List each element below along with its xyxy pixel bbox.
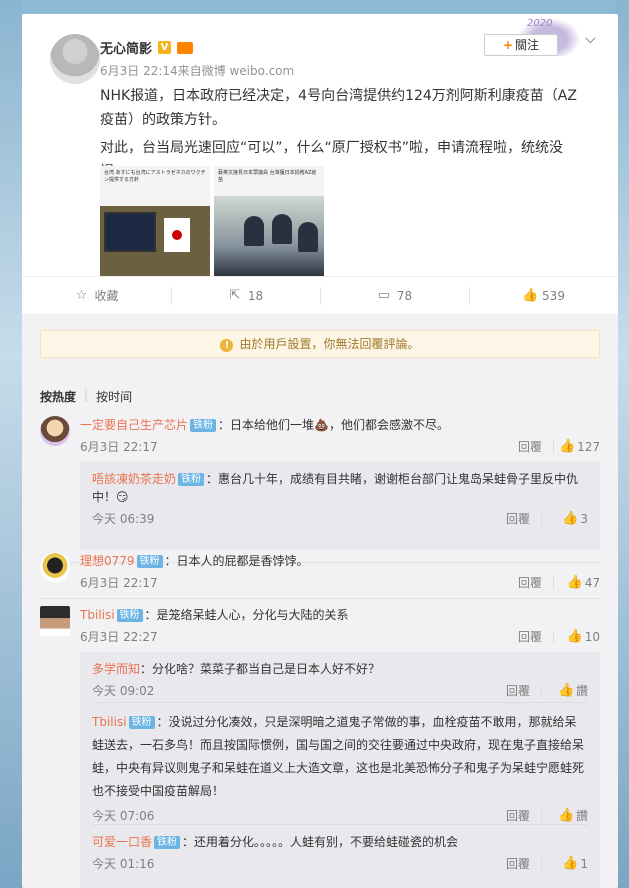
fan-badge: 铁粉 xyxy=(128,716,155,729)
reply-like-button[interactable]: 👍 1 xyxy=(562,855,588,873)
comment-text: ：是笼络呆蛙人心，分化与大陆的关系 xyxy=(144,608,349,622)
fan-badge: 铁粉 xyxy=(116,609,143,622)
like-button[interactable]: 👍 539 xyxy=(469,277,618,314)
commenter-name[interactable]: 一定要自己生产芯片 xyxy=(80,418,188,432)
reply-like-button[interactable]: 👍 3 xyxy=(562,510,588,528)
replier-name[interactable]: Tbilisi xyxy=(92,715,127,729)
plus-icon: + xyxy=(502,38,514,52)
warning-icon: ! xyxy=(220,339,234,352)
collect-button[interactable]: ☆ 收藏 xyxy=(22,277,171,314)
background-left xyxy=(0,0,22,888)
fan-badge: 铁粉 xyxy=(178,473,205,486)
commenter-avatar[interactable] xyxy=(40,552,70,582)
reply-button[interactable]: 回覆 xyxy=(506,855,530,873)
thumbs-up-icon: 👍 xyxy=(566,629,583,644)
image-2-caption: 蔡英文接見日本眾議員 台灣獲日本捐贈AZ疫苗 xyxy=(214,166,324,196)
post-paragraph: NHK报道，日本政府已经决定，4号向台湾提供约124万剂阿斯利康疫苗（AZ疫苗）… xyxy=(100,88,577,128)
reply-button[interactable]: 回覆 xyxy=(518,628,542,646)
thumbs-up-icon: 👍 xyxy=(566,575,583,590)
reply-box: 多学而知：分化啥？菜菜子都当自己是日本人好不好？ 今天 09:02 回覆 👍 讚 … xyxy=(80,652,600,888)
comment-like-button[interactable]: 👍 47 xyxy=(567,574,600,592)
comment-like-button[interactable]: 👍 127 xyxy=(559,438,600,456)
reply-item: 可爱一口香 铁粉 ：还用着分化。。。。。人蛙有别，不要给蛙碰瓷的机会 今天 01:1… xyxy=(92,824,588,880)
fan-badge: 铁粉 xyxy=(154,836,181,849)
follow-button[interactable]: + 關注 xyxy=(484,34,558,56)
commenter-avatar[interactable] xyxy=(40,416,70,446)
member-icon xyxy=(177,41,194,54)
fan-badge: 铁粉 xyxy=(190,419,217,432)
comment-time: 6月3日 22:17 xyxy=(80,576,158,590)
replier-name[interactable]: 多学而知 xyxy=(92,662,140,676)
post-image-1[interactable]: 台湾 あすにも台湾にアストラゼネカのワクチン提供する方針 xyxy=(100,166,210,276)
reply-time: 今天 07:06 xyxy=(92,809,155,823)
thumbs-up-icon: 👍 xyxy=(557,808,575,823)
comment-icon: ▭ xyxy=(377,287,390,303)
card-decoration-text: 2020 xyxy=(527,18,553,29)
reply-time: 今天 06:39 xyxy=(92,512,155,526)
reply-item: 唔該凍奶茶走奶 铁粉 ：惠台几十年，成绩有目共睹，谢谢柜台部门让鬼岛呆蛙骨子里反中仇… xyxy=(92,462,588,530)
thumbs-up-icon: 👍 xyxy=(562,856,579,871)
author-name[interactable]: 无心简影 xyxy=(100,38,152,57)
sort-by-hot[interactable]: 按热度 xyxy=(40,388,76,405)
comment-button[interactable]: ▭ 78 xyxy=(320,277,469,314)
commenter-avatar[interactable] xyxy=(40,606,70,636)
flag-image xyxy=(164,218,190,252)
reply-item: 多学而知：分化啥？菜菜子都当自己是日本人好不好？ 今天 09:02 回覆 👍 讚 xyxy=(92,652,588,702)
comment-like-button[interactable]: 👍 10 xyxy=(567,628,600,646)
reply-text: ：还用着分化。。。。。人蛙有别，不要给蛙碰瓷的机会 xyxy=(182,835,459,849)
reply-button[interactable]: 回覆 xyxy=(506,682,530,700)
comment-text: ：日本人的屁都是香饽饽。 xyxy=(164,554,309,568)
image-1-caption: 台湾 あすにも台湾にアストラゼネカのワクチン提供する方針 xyxy=(100,166,210,206)
replier-name[interactable]: 可爱一口香 xyxy=(92,835,152,849)
thumbs-up-icon: 👍 xyxy=(557,683,575,698)
follow-label: 關注 xyxy=(515,38,540,52)
reply-time: 今天 01:16 xyxy=(92,857,155,871)
comments-section: ! 由於用戶設置，你無法回覆評論。 按热度 | 按时间 一定要自己生产芯片 铁粉 ：日… xyxy=(22,314,618,888)
post-image-2[interactable]: 蔡英文接見日本眾議員 台灣獲日本捐贈AZ疫苗 xyxy=(214,166,324,276)
post-meta: 6月3日 22:14来自微博 weibo.com xyxy=(100,64,295,78)
comment-sort: 按热度 | 按时间 xyxy=(40,388,133,405)
comment-time: 6月3日 22:27 xyxy=(80,630,158,644)
reply-button[interactable]: 回覆 xyxy=(518,574,542,592)
commenter-name[interactable]: 理想0779 xyxy=(80,554,135,568)
fan-badge: 铁粉 xyxy=(136,555,163,568)
reply-text: ：分化啥？菜菜子都当自己是日本人好不好？ xyxy=(140,662,381,676)
share-icon: ⇱ xyxy=(229,287,241,303)
post: 无心简影 V 6月3日 22:14来自微博 weibo.com 2020 + 關注… xyxy=(22,14,618,324)
reply-restricted-notice: ! 由於用戶設置，你無法回覆評論。 xyxy=(40,330,600,358)
reply-time: 今天 09:02 xyxy=(92,684,155,698)
sort-by-time[interactable]: 按时间 xyxy=(96,388,132,405)
comment-time: 6月3日 22:17 xyxy=(80,440,158,454)
post-actions: ☆ 收藏 ⇱ 18 ▭ 78 👍 539 xyxy=(22,276,618,314)
reply-button[interactable]: 回覆 xyxy=(506,510,530,528)
share-button[interactable]: ⇱ 18 xyxy=(171,277,320,314)
reply-button[interactable]: 回覆 xyxy=(518,438,542,456)
comment-text: ：日本给他们一堆💩，他们都会感激不尽。 xyxy=(218,418,449,432)
reply-like-button[interactable]: 👍 讚 xyxy=(558,682,588,700)
commenter-name[interactable]: Tbilisi xyxy=(80,608,115,622)
star-icon: ☆ xyxy=(75,287,88,303)
author-avatar[interactable] xyxy=(50,34,100,84)
chevron-down-icon[interactable]: ⌵ xyxy=(585,31,596,47)
reply-button[interactable]: 回覆 xyxy=(506,807,530,825)
weibo-post-card: 无心简影 V 6月3日 22:14来自微博 weibo.com 2020 + 關注… xyxy=(22,14,618,888)
replier-name[interactable]: 唔該凍奶茶走奶 xyxy=(92,472,176,486)
thumbs-up-icon: 👍 xyxy=(522,287,539,303)
verified-icon: V xyxy=(158,41,172,54)
author-row: 无心简影 V xyxy=(100,38,194,57)
thumbs-up-icon: 👍 xyxy=(559,439,576,454)
reply-item: Tbilisi 铁粉 ：没说过分化凑效，只是深明暗之道鬼子常做的事，血栓疫苗不敢用，… xyxy=(92,702,588,824)
reply-text: ：没说过分化凑效，只是深明暗之道鬼子常做的事，血栓疫苗不敢用，那就给呆蛙送去，一… xyxy=(92,715,585,798)
thumbs-up-icon: 👍 xyxy=(562,511,579,526)
reply-box: 唔該凍奶茶走奶 铁粉 ：惠台几十年，成绩有目共睹，谢谢柜台部门让鬼岛呆蛙骨子里反中仇… xyxy=(80,462,600,550)
reply-like-button[interactable]: 👍 讚 xyxy=(558,807,588,825)
